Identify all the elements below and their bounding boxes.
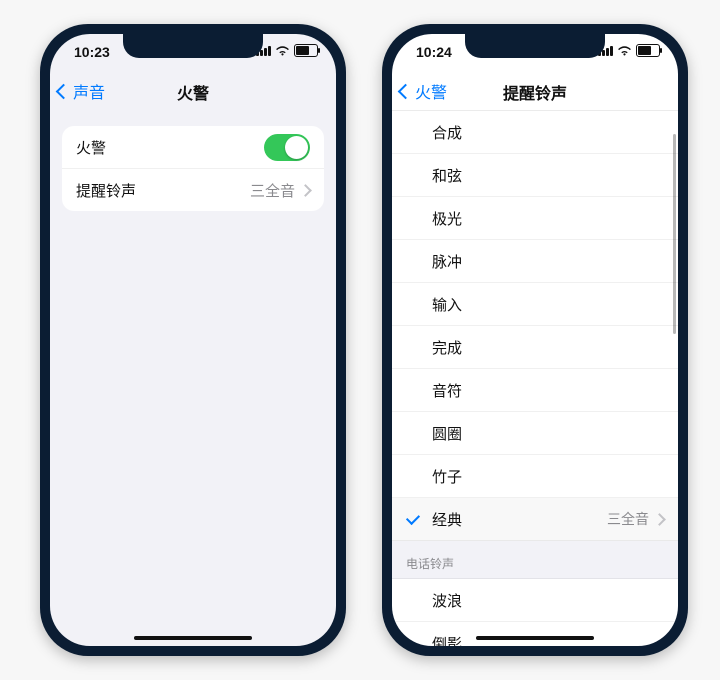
- battery-icon: [636, 44, 660, 57]
- notch: [123, 34, 263, 58]
- status-time: 10:23: [74, 44, 110, 60]
- status-icons: [256, 44, 318, 57]
- screen-right: 10:24 火警 提醒铃声 合成和弦极光脉冲输入完成音符圆圈竹子 经典: [392, 34, 678, 646]
- tone-item-label: 圆圈: [432, 423, 462, 444]
- tone-cell[interactable]: 波浪: [392, 579, 678, 622]
- section-header: 电话铃声: [392, 541, 678, 579]
- notch: [465, 34, 605, 58]
- tone-cell[interactable]: 输入: [392, 283, 678, 326]
- tone-cell[interactable]: 极光: [392, 197, 678, 240]
- page-title: 提醒铃声: [392, 80, 678, 104]
- tone-cell[interactable]: 音符: [392, 369, 678, 412]
- tone-cell[interactable]: 竹子: [392, 455, 678, 498]
- tone-cell[interactable]: 倒影: [392, 622, 678, 646]
- checkmark-icon: [406, 511, 420, 525]
- tone-item-label: 脉冲: [432, 251, 462, 272]
- tone-item-label: 竹子: [432, 466, 462, 487]
- phone-left: 10:23 声音 火警 火警 提: [40, 24, 346, 656]
- home-indicator[interactable]: [476, 636, 594, 640]
- tone-cell[interactable]: 完成: [392, 326, 678, 369]
- tone-item-label: 合成: [432, 122, 462, 143]
- tone-item-label: 完成: [432, 337, 462, 358]
- toggle-row[interactable]: 火警: [62, 126, 324, 168]
- phone-right: 10:24 火警 提醒铃声 合成和弦极光脉冲输入完成音符圆圈竹子 经典: [382, 24, 688, 656]
- screen-left: 10:23 声音 火警 火警 提: [50, 34, 336, 646]
- page-title: 火警: [50, 80, 336, 104]
- settings-group: 火警 提醒铃声 三全音: [62, 126, 324, 211]
- nav-bar: 声音 火警: [50, 70, 336, 110]
- tone-cell[interactable]: 脉冲: [392, 240, 678, 283]
- wifi-icon: [617, 45, 632, 56]
- battery-icon: [294, 44, 318, 57]
- tone-item-label: 极光: [432, 208, 462, 229]
- tone-item-label: 倒影: [432, 633, 462, 647]
- home-indicator[interactable]: [134, 636, 252, 640]
- status-icons: [598, 44, 660, 57]
- tone-cell[interactable]: 和弦: [392, 154, 678, 197]
- tone-value: 三全音: [250, 180, 310, 201]
- tone-cell[interactable]: 合成: [392, 111, 678, 154]
- toggle-label: 火警: [76, 137, 106, 158]
- tone-item-label: 和弦: [432, 165, 462, 186]
- tone-label: 提醒铃声: [76, 180, 136, 201]
- scroll-indicator[interactable]: [673, 134, 676, 334]
- tone-list: 合成和弦极光脉冲输入完成音符圆圈竹子 经典 三全音 电话铃声 波浪倒影灯塔顶峰辐…: [392, 111, 678, 646]
- wifi-icon: [275, 45, 290, 56]
- tone-trail: 三全音: [607, 509, 664, 529]
- tone-item-label: 音符: [432, 380, 462, 401]
- tone-cell-selected[interactable]: 经典 三全音: [392, 498, 678, 541]
- switch-on[interactable]: [264, 134, 310, 161]
- tone-item-label: 经典: [432, 509, 462, 530]
- nav-bar: 火警 提醒铃声: [392, 70, 678, 111]
- status-time: 10:24: [416, 44, 452, 60]
- tone-cell[interactable]: 圆圈: [392, 412, 678, 455]
- chevron-right-icon: [299, 184, 312, 197]
- tone-item-label: 输入: [432, 294, 462, 315]
- chevron-right-icon: [653, 513, 666, 526]
- tone-item-label: 波浪: [432, 590, 462, 611]
- tone-row[interactable]: 提醒铃声 三全音: [62, 168, 324, 211]
